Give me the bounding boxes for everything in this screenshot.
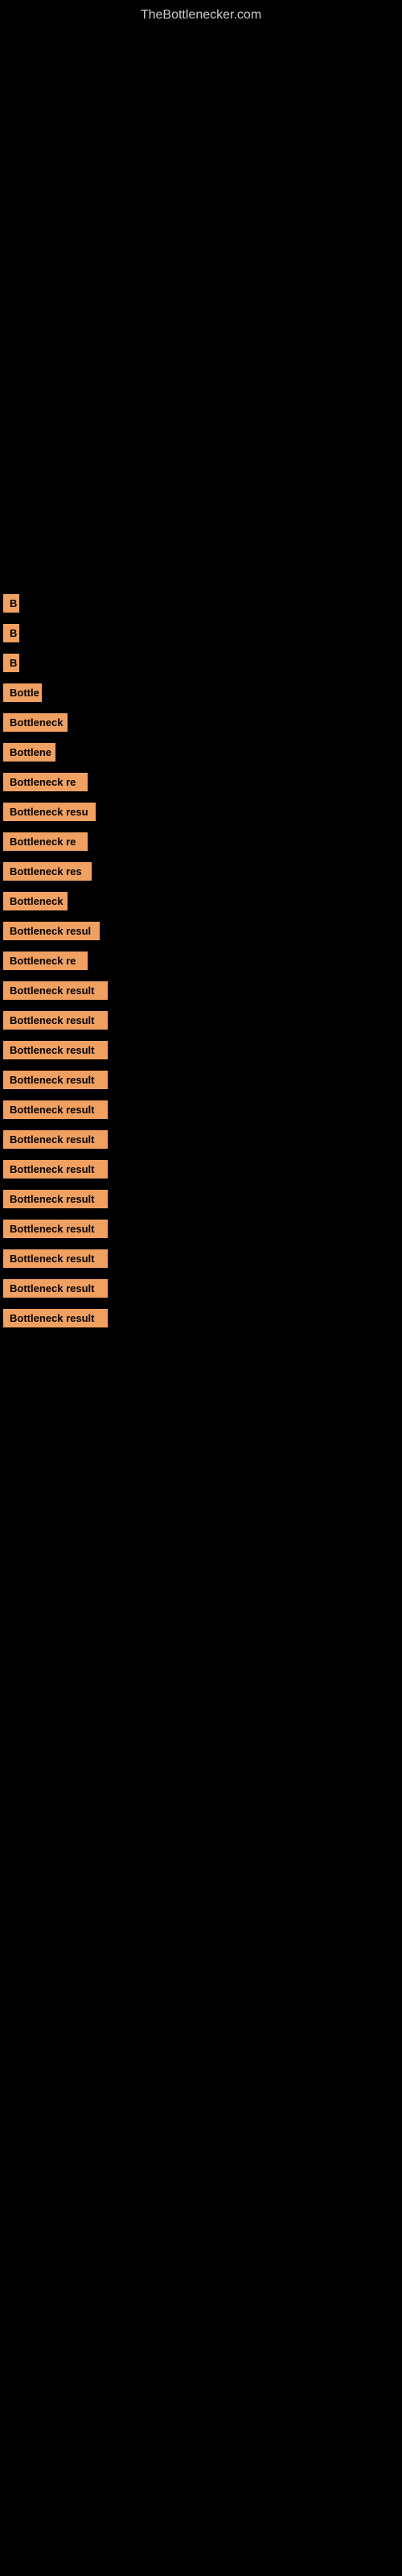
bottleneck-result-bar[interactable]: Bottleneck: [3, 713, 68, 732]
bar-row: Bottlene: [0, 743, 402, 762]
bar-row: Bottleneck result: [0, 1249, 402, 1268]
bottleneck-result-bar[interactable]: Bottleneck result: [3, 1220, 108, 1238]
bottleneck-result-bar[interactable]: Bottleneck re: [3, 832, 88, 851]
bar-row: Bottleneck result: [0, 1190, 402, 1208]
bar-row: Bottleneck resul: [0, 922, 402, 940]
bar-row: Bottleneck re: [0, 832, 402, 851]
bar-row: Bottleneck result: [0, 1160, 402, 1179]
bottleneck-result-bar[interactable]: B: [3, 594, 19, 613]
bottleneck-result-bar[interactable]: Bottleneck result: [3, 981, 108, 1000]
site-title: TheBottlenecker.com: [0, 0, 402, 31]
bar-row: Bottleneck re: [0, 773, 402, 791]
bottleneck-result-bar[interactable]: Bottleneck result: [3, 1190, 108, 1208]
bottleneck-result-bar[interactable]: Bottleneck re: [3, 952, 88, 970]
bar-row: Bottleneck result: [0, 1100, 402, 1119]
bottleneck-result-bar[interactable]: Bottleneck result: [3, 1160, 108, 1179]
bar-row: B: [0, 594, 402, 613]
bottleneck-result-bar[interactable]: Bottleneck result: [3, 1279, 108, 1298]
bar-row: Bottleneck result: [0, 1071, 402, 1089]
bar-row: Bottleneck resu: [0, 803, 402, 821]
bottleneck-result-bar[interactable]: B: [3, 624, 19, 642]
bar-row: Bottleneck res: [0, 862, 402, 881]
bar-row: Bottle: [0, 683, 402, 702]
bottleneck-result-bar[interactable]: Bottleneck res: [3, 862, 92, 881]
bar-row: Bottleneck: [0, 892, 402, 910]
site-header: TheBottlenecker.com: [0, 0, 402, 31]
bottleneck-result-bar[interactable]: Bottleneck result: [3, 1011, 108, 1030]
bar-row: Bottleneck result: [0, 1041, 402, 1059]
bottleneck-result-bar[interactable]: Bottleneck result: [3, 1249, 108, 1268]
bottleneck-result-bar[interactable]: Bottleneck result: [3, 1071, 108, 1089]
bar-row: B: [0, 624, 402, 642]
bar-row: Bottleneck result: [0, 1130, 402, 1149]
bar-row: Bottleneck result: [0, 1011, 402, 1030]
bar-row: Bottleneck: [0, 713, 402, 732]
bar-row: Bottleneck result: [0, 1279, 402, 1298]
bars-section: BBBBottleBottleneckBottleneBottleneck re…: [0, 31, 402, 1327]
bar-row: Bottleneck re: [0, 952, 402, 970]
bottleneck-result-bar[interactable]: Bottleneck result: [3, 1100, 108, 1119]
bar-row: B: [0, 654, 402, 672]
bottleneck-result-bar[interactable]: Bottleneck re: [3, 773, 88, 791]
bottleneck-result-bar[interactable]: Bottleneck result: [3, 1041, 108, 1059]
bar-row: Bottleneck result: [0, 1220, 402, 1238]
bar-row: Bottleneck result: [0, 981, 402, 1000]
bottleneck-result-bar[interactable]: Bottlene: [3, 743, 55, 762]
bottleneck-result-bar[interactable]: Bottleneck: [3, 892, 68, 910]
bottleneck-result-bar[interactable]: Bottleneck result: [3, 1130, 108, 1149]
bottleneck-result-bar[interactable]: B: [3, 654, 19, 672]
bottleneck-result-bar[interactable]: Bottleneck result: [3, 1309, 108, 1327]
bottleneck-result-bar[interactable]: Bottleneck resu: [3, 803, 96, 821]
bottleneck-result-bar[interactable]: Bottle: [3, 683, 42, 702]
bottleneck-result-bar[interactable]: Bottleneck resul: [3, 922, 100, 940]
bar-row: Bottleneck result: [0, 1309, 402, 1327]
